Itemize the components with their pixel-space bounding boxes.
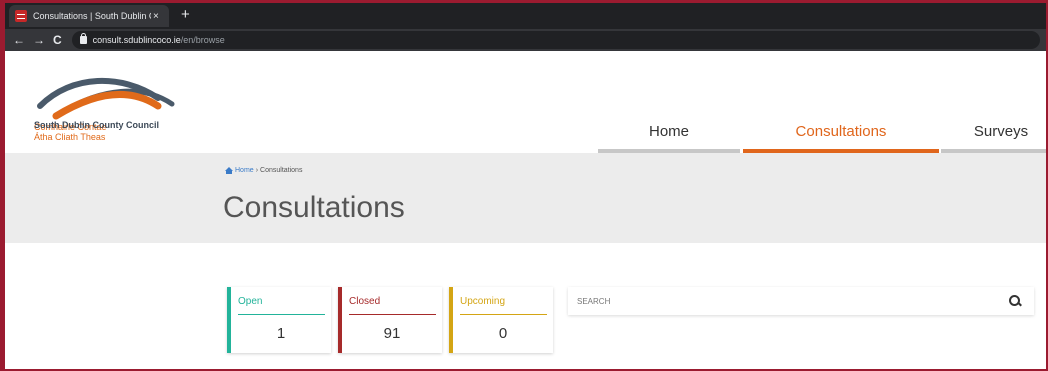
search-box: [568, 287, 1034, 315]
page-title: Consultations: [223, 191, 405, 224]
url-field[interactable]: consult.sdublincoco.ie /en/browse: [71, 31, 1040, 49]
closed-card-divider: [349, 314, 436, 315]
open-card-divider: [238, 314, 325, 315]
browser-tab-bar: Consultations | South Dublin Cou × +: [5, 3, 1046, 29]
search-icon[interactable]: [1008, 294, 1022, 308]
breadcrumb-current: Consultations: [260, 167, 303, 174]
nav-surveys[interactable]: Surveys: [941, 123, 1046, 153]
upcoming-card-divider: [460, 314, 547, 315]
open-card-count: 1: [276, 325, 286, 342]
url-path: /en/browse: [180, 35, 225, 45]
home-icon[interactable]: [225, 166, 233, 174]
logo-text-english: South Dublin County Council: [34, 120, 159, 130]
nav-home-label: Home: [648, 123, 689, 140]
breadcrumb-separator: ›: [255, 167, 259, 174]
open-card-label: Open: [238, 296, 263, 307]
new-tab-button[interactable]: +: [181, 6, 190, 23]
screenshot-frame: Consultations | South Dublin Cou × + ← →…: [0, 0, 1048, 371]
forward-button[interactable]: →: [33, 33, 45, 47]
closed-consultations-card[interactable]: Closed 91: [338, 287, 442, 353]
lock-icon: [79, 33, 87, 44]
upcoming-card-count: 0: [498, 325, 508, 342]
browser-address-bar: ← → C consult.sdublincoco.ie /en/browse: [5, 29, 1046, 51]
breadcrumb-home-link[interactable]: Home: [235, 167, 254, 174]
upcoming-consultations-card[interactable]: Upcoming 0: [449, 287, 553, 353]
nav-consultations-label: Consultations: [795, 123, 887, 140]
logo-text-irish-2: Átha Cliath Theas: [34, 132, 106, 142]
nav-home[interactable]: Home: [598, 123, 740, 153]
url-domain: consult.sdublincoco.ie: [92, 35, 181, 45]
search-input[interactable]: [568, 287, 1008, 315]
open-consultations-card[interactable]: Open 1: [227, 287, 331, 353]
upcoming-card-label: Upcoming: [460, 296, 506, 307]
close-tab-icon[interactable]: ×: [153, 11, 159, 22]
breadcrumb: Home › Consultations: [225, 166, 303, 174]
back-button[interactable]: ←: [13, 33, 25, 47]
closed-card-label: Closed: [349, 296, 381, 307]
browser-tab[interactable]: Consultations | South Dublin Cou ×: [9, 5, 169, 27]
reload-button[interactable]: C: [53, 33, 62, 47]
nav-surveys-label: Surveys: [973, 123, 1029, 140]
council-logo-mark: [37, 78, 175, 120]
page-hero: Home › Consultations Consultations: [5, 153, 1046, 243]
tab-title: Consultations | South Dublin Cou: [33, 11, 151, 21]
closed-card-count: 91: [383, 325, 401, 342]
nav-consultations[interactable]: Consultations: [743, 123, 939, 153]
site-favicon-icon: [15, 10, 27, 22]
